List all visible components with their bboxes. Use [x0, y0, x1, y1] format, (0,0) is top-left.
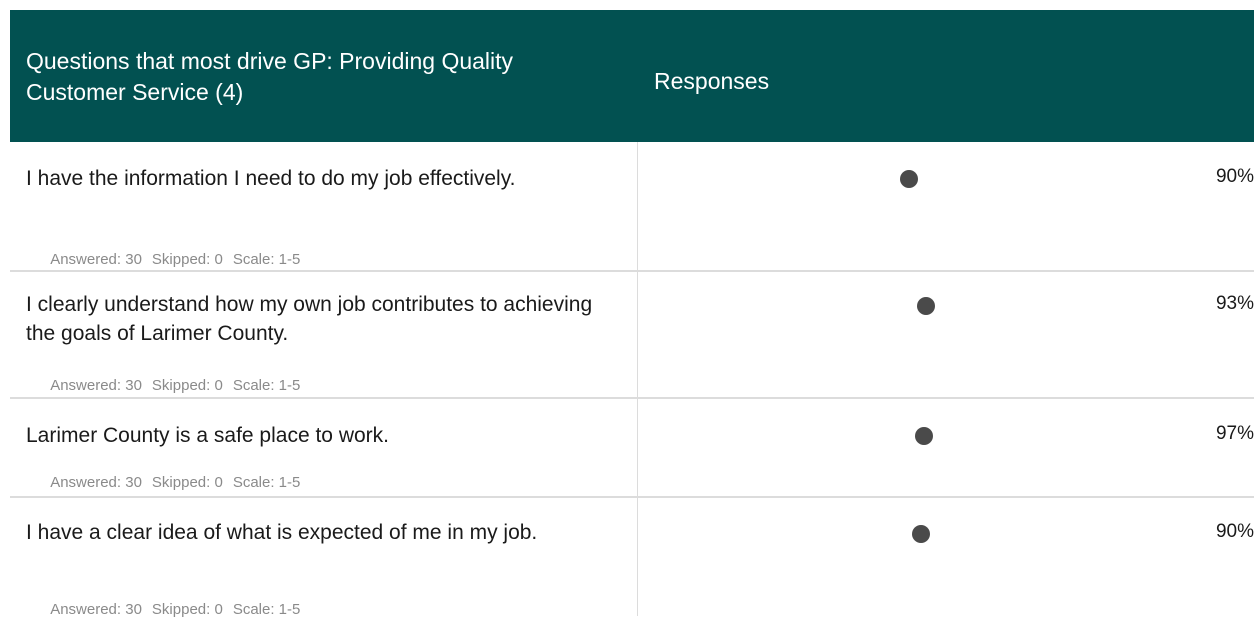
- response-dot: [915, 427, 933, 445]
- response-percent: 97%: [1215, 423, 1254, 444]
- response-percent: 93%: [1215, 293, 1254, 314]
- answered-count: Answered: 30: [50, 377, 142, 394]
- table-row: I clearly understand how my own job cont…: [10, 272, 1254, 399]
- response-dot: [917, 297, 935, 315]
- scale-range: Scale: 1-5: [232, 377, 301, 394]
- response-dot: [900, 170, 918, 188]
- scale-range: Scale: 1-5: [232, 474, 301, 491]
- skipped-count: Skipped: 0: [151, 474, 223, 491]
- question-text: I have the information I need to do my j…: [26, 167, 516, 190]
- skipped-count: Skipped: 0: [151, 251, 223, 268]
- table-row: Larimer County is a safe place to work. …: [10, 399, 1254, 498]
- response-percent: 90%: [1215, 521, 1254, 542]
- results-table: Questions that most drive GP: Providing …: [10, 10, 1254, 618]
- skipped-count: Skipped: 0: [151, 601, 223, 618]
- table-row: I have the information I need to do my j…: [10, 142, 1254, 272]
- response-dot: [912, 525, 930, 543]
- question-text: I clearly understand how my own job cont…: [26, 293, 593, 345]
- answered-count: Answered: 30: [50, 474, 142, 491]
- response-percent: 90%: [1215, 166, 1254, 187]
- question-text: Larimer County is a safe place to work.: [26, 424, 389, 447]
- scale-range: Scale: 1-5: [232, 251, 301, 268]
- table-header: Questions that most drive GP: Providing …: [10, 10, 1254, 142]
- question-meta: Answered: 30 Skipped: 0 Scale: 1-5: [26, 584, 310, 635]
- table-row: I have a clear idea of what is expected …: [10, 498, 1254, 618]
- question-column-header: Questions that most drive GP: Providing …: [26, 48, 514, 105]
- scale-range: Scale: 1-5: [232, 601, 301, 618]
- answered-count: Answered: 30: [50, 251, 142, 268]
- question-text: I have a clear idea of what is expected …: [26, 521, 538, 544]
- answered-count: Answered: 30: [50, 601, 142, 618]
- skipped-count: Skipped: 0: [151, 377, 223, 394]
- responses-column-header: Responses: [654, 68, 770, 94]
